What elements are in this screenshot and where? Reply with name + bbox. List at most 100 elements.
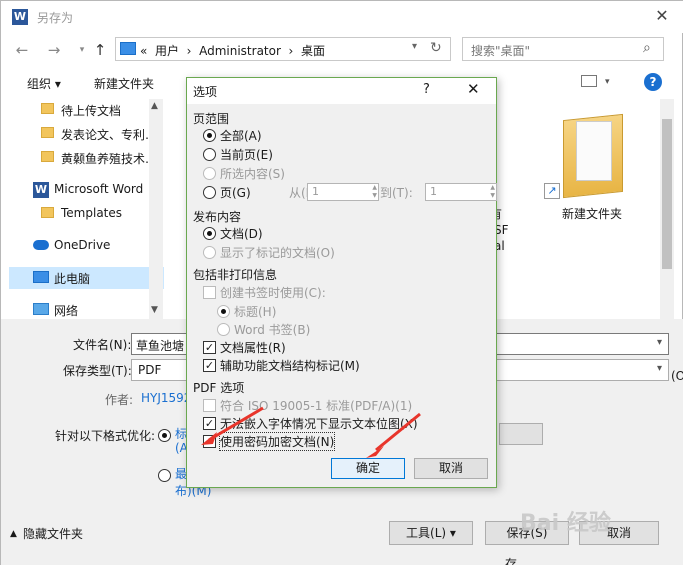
to-label: 到(T):: [380, 186, 413, 200]
folder-label[interactable]: 新建文件夹: [562, 205, 622, 222]
structure-tags-checkbox[interactable]: ✓: [203, 359, 216, 372]
author-value[interactable]: HYJ1592: [141, 391, 191, 405]
range-selection-label: 所选内容(S): [220, 167, 285, 181]
scroll-up-icon[interactable]: ▲: [151, 101, 158, 111]
sidebar-item-this-pc[interactable]: 此电脑: [9, 267, 164, 289]
search-placeholder: 搜索"桌面": [471, 44, 531, 58]
chevron-up-icon[interactable]: ▲: [10, 529, 17, 539]
page-range-heading: 页范围: [193, 112, 230, 126]
publish-document-radio[interactable]: [203, 227, 216, 240]
range-pages-radio[interactable]: [203, 186, 216, 199]
publish-markup-label: 显示了标记的文档(O): [220, 246, 335, 260]
window-title: 另存为: [37, 11, 74, 25]
up-arrow-icon[interactable]: ↑: [89, 39, 111, 61]
baidu-watermark: Bai 经验: [520, 511, 611, 536]
breadcrumb[interactable]: « 用户 › Administrator › 桌面: [140, 42, 325, 59]
document-preview: [576, 121, 612, 181]
bookmarks-checkbox: [203, 286, 216, 299]
sidebar-item-network[interactable]: 网络: [9, 299, 164, 319]
filename-value: 草鱼池塘: [136, 339, 185, 353]
to-value: 1: [430, 185, 437, 198]
sidebar-item-microsoft-word[interactable]: W Microsoft Word: [9, 179, 164, 201]
title-bar: W 另存为 ✕: [1, 1, 683, 33]
structure-tags-label[interactable]: 辅助功能文档结构标记(M): [220, 357, 360, 374]
back-arrow-icon[interactable]: ←: [11, 39, 33, 61]
sidebar-item-folder[interactable]: 待上传文档: [9, 99, 164, 121]
sidebar-item-onedrive[interactable]: OneDrive: [9, 235, 164, 257]
forward-arrow-icon[interactable]: →: [43, 39, 65, 61]
tools-button[interactable]: 工具(L) ▾: [389, 521, 473, 545]
range-selection-radio: [203, 167, 216, 180]
view-options-icon[interactable]: [581, 75, 597, 87]
sidebar-item-label: Templates: [61, 206, 123, 220]
range-all-radio[interactable]: [203, 129, 216, 142]
search-icon[interactable]: ⌕: [643, 40, 651, 56]
breadcrumb-separator: ›: [288, 44, 294, 58]
partial-option-text: (O: [671, 369, 683, 383]
breadcrumb-administrator[interactable]: Administrator: [199, 44, 281, 58]
annotation-arrow-icon: [366, 412, 421, 458]
breadcrumb-desktop[interactable]: 桌面: [301, 44, 325, 58]
chevron-down-icon[interactable]: ▾: [657, 363, 662, 374]
scrollbar-thumb[interactable]: [662, 119, 672, 269]
navigation-pane: 待上传文档 发表论文、专利… 黄颡鱼养殖技术… W Microsoft Word…: [9, 99, 164, 319]
range-current-radio[interactable]: [203, 148, 216, 161]
breadcrumb-separator: ›: [186, 44, 192, 58]
search-box[interactable]: 搜索"桌面" ⌕: [462, 37, 664, 61]
publish-heading: 发布内容: [193, 210, 242, 224]
sidebar-item-label: 发表论文、专利…: [61, 128, 158, 142]
filetype-value: PDF: [138, 363, 162, 377]
shortcut-arrow-icon: ↗: [544, 183, 560, 199]
sidebar-item-label: Microsoft Word: [54, 182, 144, 196]
computer-icon: [33, 271, 49, 283]
chevron-down-icon[interactable]: ▾: [657, 337, 662, 348]
network-icon: [33, 303, 49, 315]
sidebar-item-label: 黄颡鱼养殖技术…: [61, 152, 158, 166]
organize-button[interactable]: 组织 ▾: [27, 75, 61, 92]
optimize-standard-radio[interactable]: [158, 429, 171, 442]
sidebar-item-templates[interactable]: Templates: [9, 203, 164, 225]
annotation-arrow-icon: [201, 406, 264, 445]
dialog-title: 选项: [193, 85, 218, 99]
chevron-down-icon[interactable]: ▾: [605, 77, 610, 87]
folder-icon: [41, 127, 54, 138]
breadcrumb-users[interactable]: 用户: [155, 44, 179, 58]
scroll-down-icon[interactable]: ▼: [151, 305, 158, 315]
filetype-label: 保存类型(T):: [63, 364, 132, 378]
folder-icon: [41, 207, 54, 218]
hide-folders-toggle[interactable]: 隐藏文件夹: [23, 525, 83, 542]
sidebar-item-label: 待上传文档: [61, 104, 122, 118]
file-list-scrollbar[interactable]: [660, 99, 674, 319]
sidebar-item-folder[interactable]: 黄颡鱼养殖技术…: [9, 147, 164, 169]
doc-properties-label[interactable]: 文档属性(R): [220, 339, 286, 356]
filename-label: 文件名(N):: [73, 338, 132, 352]
author-label: 作者:: [105, 393, 134, 407]
computer-icon: [120, 42, 136, 55]
chevron-down-icon[interactable]: ▾: [412, 41, 417, 52]
range-pages-label[interactable]: 页(G): [220, 184, 251, 201]
sidebar-scrollbar[interactable]: [149, 99, 163, 319]
optimize-label: 针对以下格式优化:: [55, 429, 156, 443]
to-stepper: 1 ▲ ▼: [425, 183, 497, 201]
publish-document-label[interactable]: 文档(D): [220, 225, 263, 242]
options-button-partial[interactable]: [499, 423, 543, 445]
help-icon[interactable]: ?: [644, 73, 662, 91]
refresh-icon[interactable]: ↻: [430, 40, 442, 56]
address-bar[interactable]: « 用户 › Administrator › 桌面 ▾ ↻: [115, 37, 451, 61]
partial-text: 存: [505, 557, 518, 565]
sidebar-item-label: 网络: [54, 304, 79, 318]
new-folder-button[interactable]: 新建文件夹: [94, 75, 154, 92]
range-all-label[interactable]: 全部(A): [220, 127, 262, 144]
optimize-minimum-radio[interactable]: [158, 469, 171, 482]
word-icon: W: [33, 182, 49, 198]
sidebar-item-folder[interactable]: 发表论文、专利…: [9, 123, 164, 145]
range-current-label[interactable]: 当前页(E): [220, 146, 273, 163]
close-icon[interactable]: ✕: [467, 80, 480, 98]
folder-icon: [41, 103, 54, 114]
window-close-icon[interactable]: ✕: [649, 5, 675, 27]
help-icon[interactable]: ?: [423, 82, 430, 97]
navigation-bar: ← → ▾ ↑ « 用户 › Administrator › 桌面 ▾ ↻ 搜索…: [1, 33, 683, 67]
stepper-arrows-icon: ▲ ▼: [372, 184, 377, 199]
stepper-arrows-icon: ▲ ▼: [490, 184, 495, 199]
doc-properties-checkbox[interactable]: ✓: [203, 341, 216, 354]
